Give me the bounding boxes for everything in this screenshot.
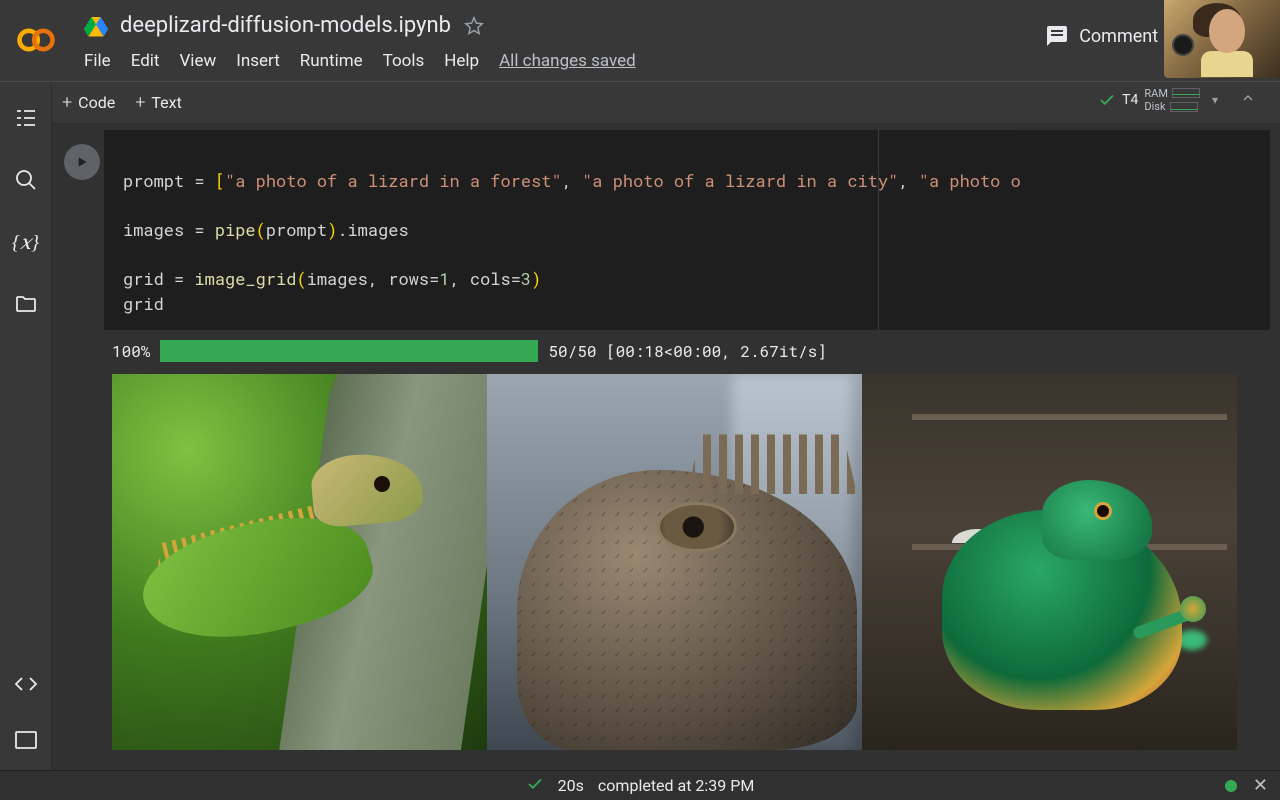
cell-exec-time: 20s — [52, 158, 58, 172]
menu-file[interactable]: File — [84, 51, 111, 71]
toc-icon[interactable] — [12, 104, 40, 132]
webcam-overlay — [1164, 0, 1280, 78]
notebook-title[interactable]: deeplizard-diffusion-models.ipynb — [120, 13, 451, 38]
add-code-button[interactable]: +Code — [62, 92, 115, 113]
menu-edit[interactable]: Edit — [131, 51, 160, 71]
code-editor[interactable]: prompt = ["a photo of a lizard in a fore… — [104, 130, 1270, 330]
menu-tools[interactable]: Tools — [383, 51, 425, 71]
comment-button[interactable]: Comment — [1045, 24, 1158, 48]
menu-view[interactable]: View — [179, 51, 216, 71]
kernel-status-dot — [1225, 780, 1237, 792]
progress-text: 50/50 [00:18<00:00, 2.67it/s] — [548, 341, 826, 362]
files-icon[interactable] — [12, 290, 40, 318]
run-cell-button[interactable] — [64, 144, 100, 180]
terminal-icon[interactable] — [12, 726, 40, 754]
statusbar-close-icon[interactable]: ✕ — [1253, 775, 1268, 796]
drive-icon — [84, 14, 108, 38]
statusbar: 20s completed at 2:39 PM ✕ — [0, 770, 1280, 800]
cell-success-icon: ✓ — [52, 140, 58, 156]
left-rail: {𝑥} — [0, 82, 52, 770]
generated-image-3 — [862, 374, 1237, 750]
menu-help[interactable]: Help — [444, 51, 479, 71]
cell-gutter: ✓ 20s — [52, 140, 58, 172]
menu-runtime[interactable]: Runtime — [300, 51, 363, 71]
resource-meters[interactable]: RAM Disk — [1144, 87, 1200, 113]
header: deeplizard-diffusion-models.ipynb File E… — [0, 0, 1280, 82]
output-images — [112, 374, 1262, 750]
progress-pct: 100% — [112, 341, 150, 362]
connected-check-icon — [1098, 91, 1116, 109]
runtime-type[interactable]: T4 — [1122, 92, 1138, 108]
cell-output: 100% 50/50 [00:18<00:00, 2.67it/s] — [104, 330, 1270, 750]
colab-logo[interactable] — [14, 18, 58, 62]
status-time: 20s — [558, 776, 584, 795]
code-cell: ✓ 20s prompt = ["a photo of a lizard in … — [62, 130, 1270, 750]
star-icon[interactable] — [463, 15, 485, 37]
runtime-dropdown[interactable]: ▾ — [1206, 93, 1224, 107]
generated-image-1 — [112, 374, 487, 750]
comment-label: Comment — [1079, 26, 1158, 47]
notebook-main: ✓ 20s prompt = ["a photo of a lizard in … — [52, 124, 1280, 770]
add-text-button[interactable]: +Text — [135, 92, 182, 113]
menu-insert[interactable]: Insert — [236, 51, 280, 71]
status-text: completed at 2:39 PM — [598, 776, 754, 795]
generated-image-2 — [487, 374, 862, 750]
code-snippets-icon[interactable] — [12, 670, 40, 698]
progress-bar — [160, 340, 538, 362]
toolbar: +Code +Text T4 RAM Disk ▾ — [0, 82, 1280, 124]
variables-icon[interactable]: {𝑥} — [12, 228, 40, 256]
status-check-icon — [526, 775, 544, 797]
search-icon[interactable] — [12, 166, 40, 194]
collapse-toolbar-icon[interactable] — [1230, 84, 1266, 116]
save-status[interactable]: All changes saved — [499, 51, 636, 71]
